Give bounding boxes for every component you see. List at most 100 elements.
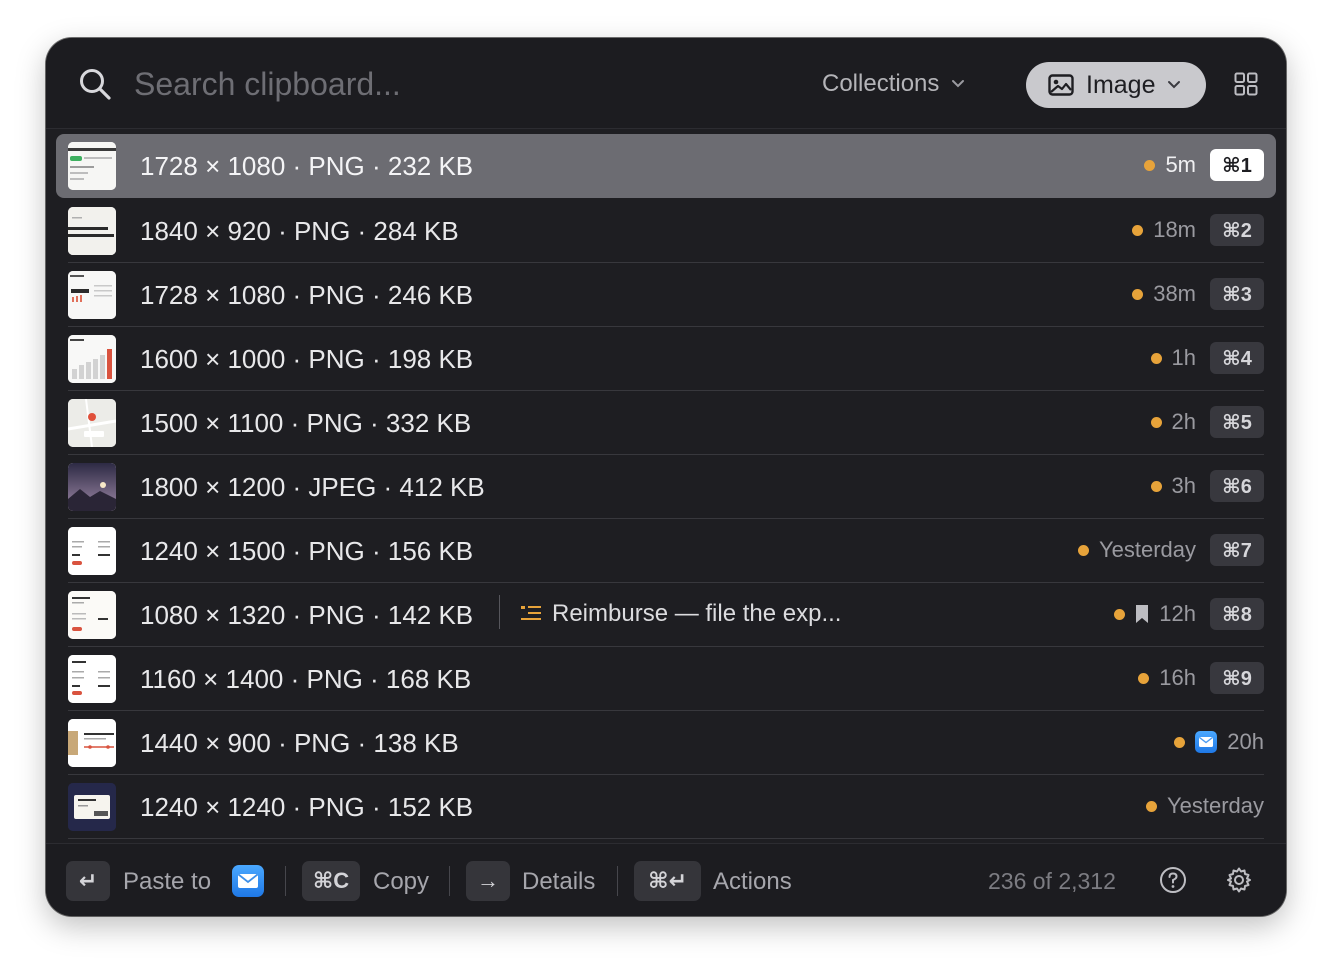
paste-label[interactable]: Paste to [123, 868, 211, 896]
paste-key[interactable]: ↵ [66, 861, 110, 901]
search-icon [80, 69, 111, 100]
return-key-label: ↵ [78, 868, 98, 893]
copy-key-label: ⌘C [312, 868, 350, 893]
unread-dot [1132, 224, 1144, 236]
item-note: Reimburse — file the exp... [520, 600, 841, 628]
item-time: 5m [1165, 152, 1196, 177]
item-title: 1500 × 1100 · PNG · 332 KB [140, 408, 472, 438]
item-meta: 38m ⌘3 [1132, 277, 1264, 311]
action-bar: ↵ Paste to ⌘C Copy → Details ⌘↵ Actions … [46, 843, 1286, 916]
shortcut-badge: ⌘2 [1210, 214, 1264, 246]
item-title: 1840 × 920 · PNG · 284 KB [140, 216, 459, 246]
list-item[interactable]: 1240 × 1240 · PNG · 152 KB Yesterday [68, 775, 1264, 839]
item-title: 1728 × 1080 · PNG · 232 KB [140, 151, 474, 181]
item-title: 1160 × 1400 · PNG · 168 KB [140, 664, 472, 694]
mail-app-icon [232, 865, 264, 897]
item-time: Yesterday [1098, 537, 1196, 562]
list-item[interactable]: 1600 × 1000 · PNG · 198 KB 1h ⌘4 [68, 327, 1264, 391]
image-thumbnail [68, 783, 116, 831]
divider [499, 595, 500, 629]
unread-dot [1150, 480, 1162, 492]
item-meta: 1h ⌘4 [1150, 341, 1264, 375]
unread-dot [1138, 672, 1150, 684]
unread-dot [1145, 800, 1157, 812]
shortcut-badge: ⌘7 [1210, 534, 1264, 566]
shortcut-badge: ⌘3 [1210, 278, 1264, 310]
clipboard-list: 1728 × 1080 · PNG · 232 KB 5m ⌘1 1840 × … [46, 129, 1286, 845]
item-time: Yesterday [1166, 793, 1264, 818]
list-item[interactable]: 1080 × 1320 · PNG · 142 KB Reimburse — f… [68, 583, 1264, 647]
list-item[interactable]: 1500 × 1100 · PNG · 332 KB 2h ⌘5 [68, 391, 1264, 455]
copy-label[interactable]: Copy [373, 868, 429, 896]
shortcut-badge: ⌘5 [1210, 406, 1264, 438]
item-meta: Yesterday [1145, 789, 1264, 823]
actions-key-label: ⌘↵ [648, 868, 687, 893]
clipboard-window: Collections Image [46, 38, 1286, 916]
item-meta: Yesterday ⌘7 [1077, 533, 1264, 567]
unread-dot [1150, 416, 1162, 428]
shortcut-badge: ⌘8 [1210, 598, 1264, 630]
image-thumbnail [68, 527, 116, 575]
item-title: 1240 × 1500 · PNG · 156 KB [140, 536, 474, 566]
image-thumbnail [68, 207, 116, 255]
chevron-down-icon [952, 80, 965, 88]
details-key[interactable]: → [466, 861, 510, 901]
item-title: 1440 × 900 · PNG · 138 KB [140, 728, 459, 758]
unread-dot [1132, 288, 1144, 300]
image-thumbnail [68, 463, 116, 511]
list-item[interactable]: 1800 × 1200 · JPEG · 412 KB 3h ⌘6 [68, 455, 1264, 519]
image-thumbnail [68, 591, 116, 639]
item-time: 18m [1153, 217, 1196, 242]
item-time: 1h [1171, 345, 1196, 370]
search-header: Collections Image [46, 38, 1286, 129]
item-time: 16h [1159, 665, 1196, 690]
shortcut-badge: ⌘6 [1210, 470, 1264, 502]
bookmark-icon [1136, 605, 1149, 623]
unread-dot [1150, 352, 1162, 364]
unread-dot [1144, 159, 1156, 171]
shortcut-badge: ⌘4 [1210, 342, 1264, 374]
item-title: 1600 × 1000 · PNG · 198 KB [140, 344, 474, 374]
collections-dropdown[interactable]: Collections [822, 66, 965, 102]
note-icon [521, 606, 541, 620]
type-filter-label: Image [1086, 70, 1156, 99]
item-meta: 3h ⌘6 [1150, 469, 1264, 503]
image-thumbnail [68, 271, 116, 319]
actions-key[interactable]: ⌘↵ [634, 861, 701, 901]
grid-view-icon[interactable] [1234, 72, 1258, 96]
unread-dot [1114, 608, 1126, 620]
help-icon[interactable] [1159, 866, 1187, 894]
type-filter-button[interactable]: Image [1026, 62, 1206, 108]
item-count: 236 of 2,312 [988, 868, 1116, 894]
item-title: 1800 × 1200 · JPEG · 412 KB [140, 472, 485, 502]
image-thumbnail [68, 655, 116, 703]
item-time: 12h [1159, 601, 1196, 626]
chevron-down-icon [1168, 81, 1181, 89]
item-title: 1240 × 1240 · PNG · 152 KB [140, 792, 474, 822]
unread-dot [1174, 736, 1186, 748]
gear-icon[interactable] [1225, 866, 1253, 894]
shortcut-badge: ⌘1 [1210, 149, 1264, 181]
item-meta: 18m ⌘2 [1132, 213, 1264, 247]
list-item[interactable]: 1728 × 1080 · PNG · 232 KB 5m ⌘1 [56, 134, 1276, 198]
list-item[interactable]: 1440 × 900 · PNG · 138 KB 20h [68, 711, 1264, 775]
list-item[interactable]: 1728 × 1080 · PNG · 246 KB 38m ⌘3 [68, 263, 1264, 327]
copy-key[interactable]: ⌘C [302, 861, 360, 901]
details-label[interactable]: Details [522, 868, 595, 896]
image-thumbnail [68, 399, 116, 447]
item-meta: 12h ⌘8 [1114, 597, 1264, 631]
item-meta: 20h [1174, 725, 1264, 759]
item-title: 1080 × 1320 · PNG · 142 KB [140, 600, 474, 630]
shortcut-badge: ⌘9 [1210, 662, 1264, 694]
list-item[interactable]: 1240 × 1500 · PNG · 156 KB Yesterday ⌘7 [68, 519, 1264, 583]
list-item[interactable]: 1160 × 1400 · PNG · 168 KB 16h ⌘9 [68, 647, 1264, 711]
item-time: 2h [1171, 409, 1196, 434]
list-item[interactable]: 1840 × 920 · PNG · 284 KB 18m ⌘2 [68, 199, 1264, 263]
actions-label[interactable]: Actions [713, 868, 792, 896]
image-thumbnail [68, 335, 116, 383]
image-thumbnail [68, 142, 116, 190]
search-input[interactable] [132, 60, 656, 108]
item-title: 1728 × 1080 · PNG · 246 KB [140, 280, 474, 310]
divider [285, 866, 286, 896]
collections-label: Collections [822, 70, 940, 97]
